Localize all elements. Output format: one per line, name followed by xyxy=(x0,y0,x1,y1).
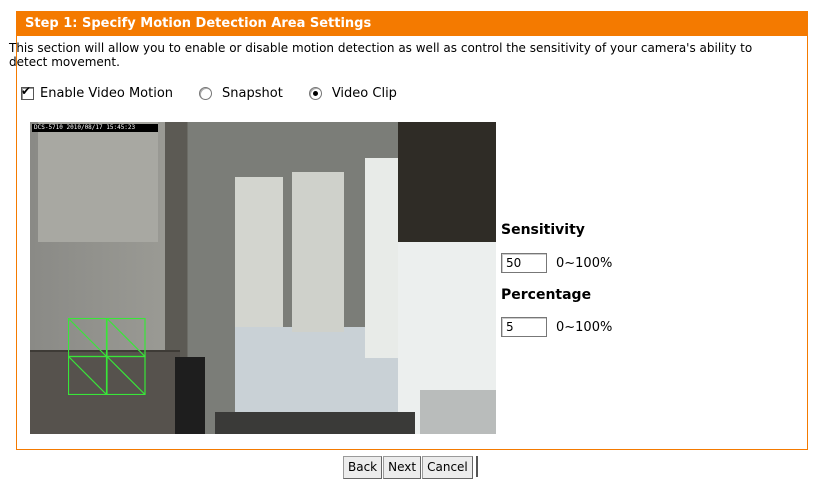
section-description: This section will allow you to enable or… xyxy=(9,41,753,69)
sensitivity-range: 0~100% xyxy=(556,256,613,271)
panel-title: Step 1: Specify Motion Detection Area Se… xyxy=(17,12,807,36)
sensitivity-label: Sensitivity xyxy=(501,222,585,238)
motion-detection-grid[interactable] xyxy=(68,318,146,395)
video-clip-option[interactable]: Video Clip xyxy=(308,86,397,101)
percentage-range: 0~100% xyxy=(556,320,613,335)
motion-grid-diagonal xyxy=(68,318,107,357)
motion-options: ✔ Enable Video Motion Snapshot Video Cli… xyxy=(21,84,423,101)
video-clip-label: Video Clip xyxy=(331,86,397,101)
motion-grid-diagonal xyxy=(68,356,107,395)
motion-grid-diagonal xyxy=(106,356,146,395)
cancel-button[interactable]: Cancel xyxy=(422,456,473,479)
video-scene-chair xyxy=(175,357,205,434)
enable-video-motion-checkbox[interactable]: ✔ xyxy=(21,84,34,100)
video-scene-ceiling xyxy=(398,122,496,242)
percentage-label: Percentage xyxy=(501,287,592,303)
video-scene-box xyxy=(420,390,496,434)
snapshot-label: Snapshot xyxy=(222,86,283,101)
sensitivity-input[interactable]: 50 xyxy=(501,253,547,273)
button-divider xyxy=(475,456,478,477)
wizard-buttons: Back Next Cancel xyxy=(343,456,478,479)
radio-selected-dot xyxy=(312,91,318,96)
video-clip-radio[interactable] xyxy=(308,87,322,100)
snapshot-option[interactable]: Snapshot xyxy=(199,86,283,101)
video-scene-blind xyxy=(292,172,344,332)
enable-video-motion-option[interactable]: ✔ Enable Video Motion xyxy=(21,84,174,101)
motion-grid-diagonal xyxy=(106,318,146,357)
back-button[interactable]: Back xyxy=(343,456,383,479)
checkmark-icon: ✔ xyxy=(21,84,32,98)
video-scene-blind xyxy=(235,177,283,327)
video-scene-wall-highlight xyxy=(38,122,158,242)
percentage-input[interactable]: 5 xyxy=(501,317,547,337)
next-button[interactable]: Next xyxy=(383,456,422,479)
video-timestamp: DCS-5710 2010/08/17 15:45:23 xyxy=(32,124,158,132)
snapshot-radio[interactable] xyxy=(199,87,213,100)
enable-video-motion-label: Enable Video Motion xyxy=(40,86,174,101)
video-scene-desk xyxy=(215,412,415,434)
